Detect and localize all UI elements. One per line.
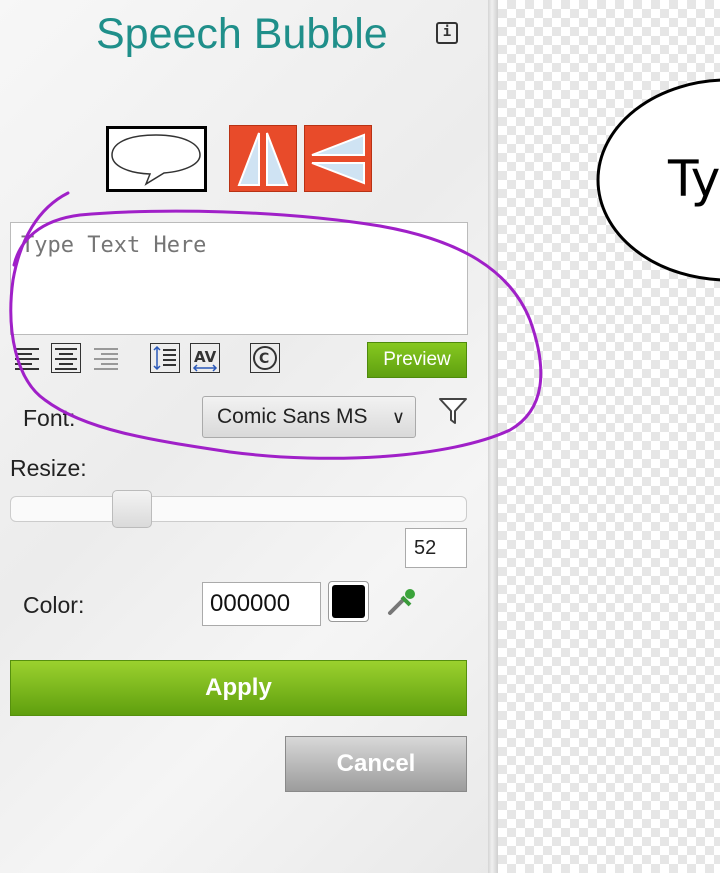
resize-slider-handle[interactable]	[112, 490, 152, 528]
color-label: Color:	[23, 592, 85, 618]
chevron-down-icon: ∨	[391, 407, 405, 427]
svg-text:C: C	[259, 351, 269, 367]
line-spacing-button[interactable]	[150, 343, 180, 373]
font-select[interactable]: Comic Sans MS ∨	[202, 396, 416, 438]
align-center-icon	[55, 348, 77, 370]
eyedropper-icon	[388, 589, 415, 615]
letter-spacing-icon: AV	[192, 348, 218, 372]
preview-button[interactable]: Preview	[367, 342, 467, 378]
flip-horizontal-button[interactable]	[228, 124, 298, 193]
flip-vertical-icon	[303, 124, 373, 193]
filter-button[interactable]	[437, 395, 469, 427]
canvas-area[interactable]	[498, 0, 720, 873]
resize-label: Resize:	[10, 455, 87, 481]
align-right-icon	[94, 348, 118, 370]
color-swatch-fill	[332, 585, 365, 618]
line-spacing-icon	[153, 345, 176, 371]
font-label: Font:	[23, 405, 76, 431]
align-left-button[interactable]	[12, 343, 42, 373]
align-right-button[interactable]	[91, 343, 121, 373]
copyright-icon: C	[253, 346, 277, 370]
canvas-bubble-graphic	[596, 78, 720, 282]
copyright-button[interactable]: C	[250, 343, 280, 373]
canvas-bubble-text: Ty	[668, 150, 720, 208]
panel-divider	[488, 0, 498, 873]
cancel-button[interactable]: Cancel	[285, 736, 467, 792]
filter-icon	[439, 398, 467, 424]
flip-horizontal-icon	[228, 124, 298, 193]
text-input[interactable]	[10, 222, 468, 335]
font-select-value: Comic Sans MS	[217, 405, 368, 428]
align-left-icon	[15, 348, 39, 370]
svg-text:AV: AV	[194, 348, 217, 366]
color-hex-input[interactable]: 000000	[202, 582, 321, 626]
speech-bubble-shape-icon	[106, 126, 207, 192]
apply-button[interactable]: Apply	[10, 660, 467, 716]
align-center-button[interactable]	[51, 343, 81, 373]
resize-slider[interactable]	[10, 496, 467, 522]
panel-title: Speech Bubble	[96, 10, 388, 58]
letter-spacing-button[interactable]: AV	[190, 343, 220, 373]
speech-bubble-shape-button[interactable]	[106, 126, 207, 192]
resize-value-input[interactable]: 52	[405, 528, 467, 568]
color-swatch[interactable]	[328, 581, 369, 622]
eyedropper-button[interactable]	[384, 585, 418, 619]
info-icon[interactable]: i	[436, 22, 458, 44]
flip-vertical-button[interactable]	[303, 124, 373, 193]
